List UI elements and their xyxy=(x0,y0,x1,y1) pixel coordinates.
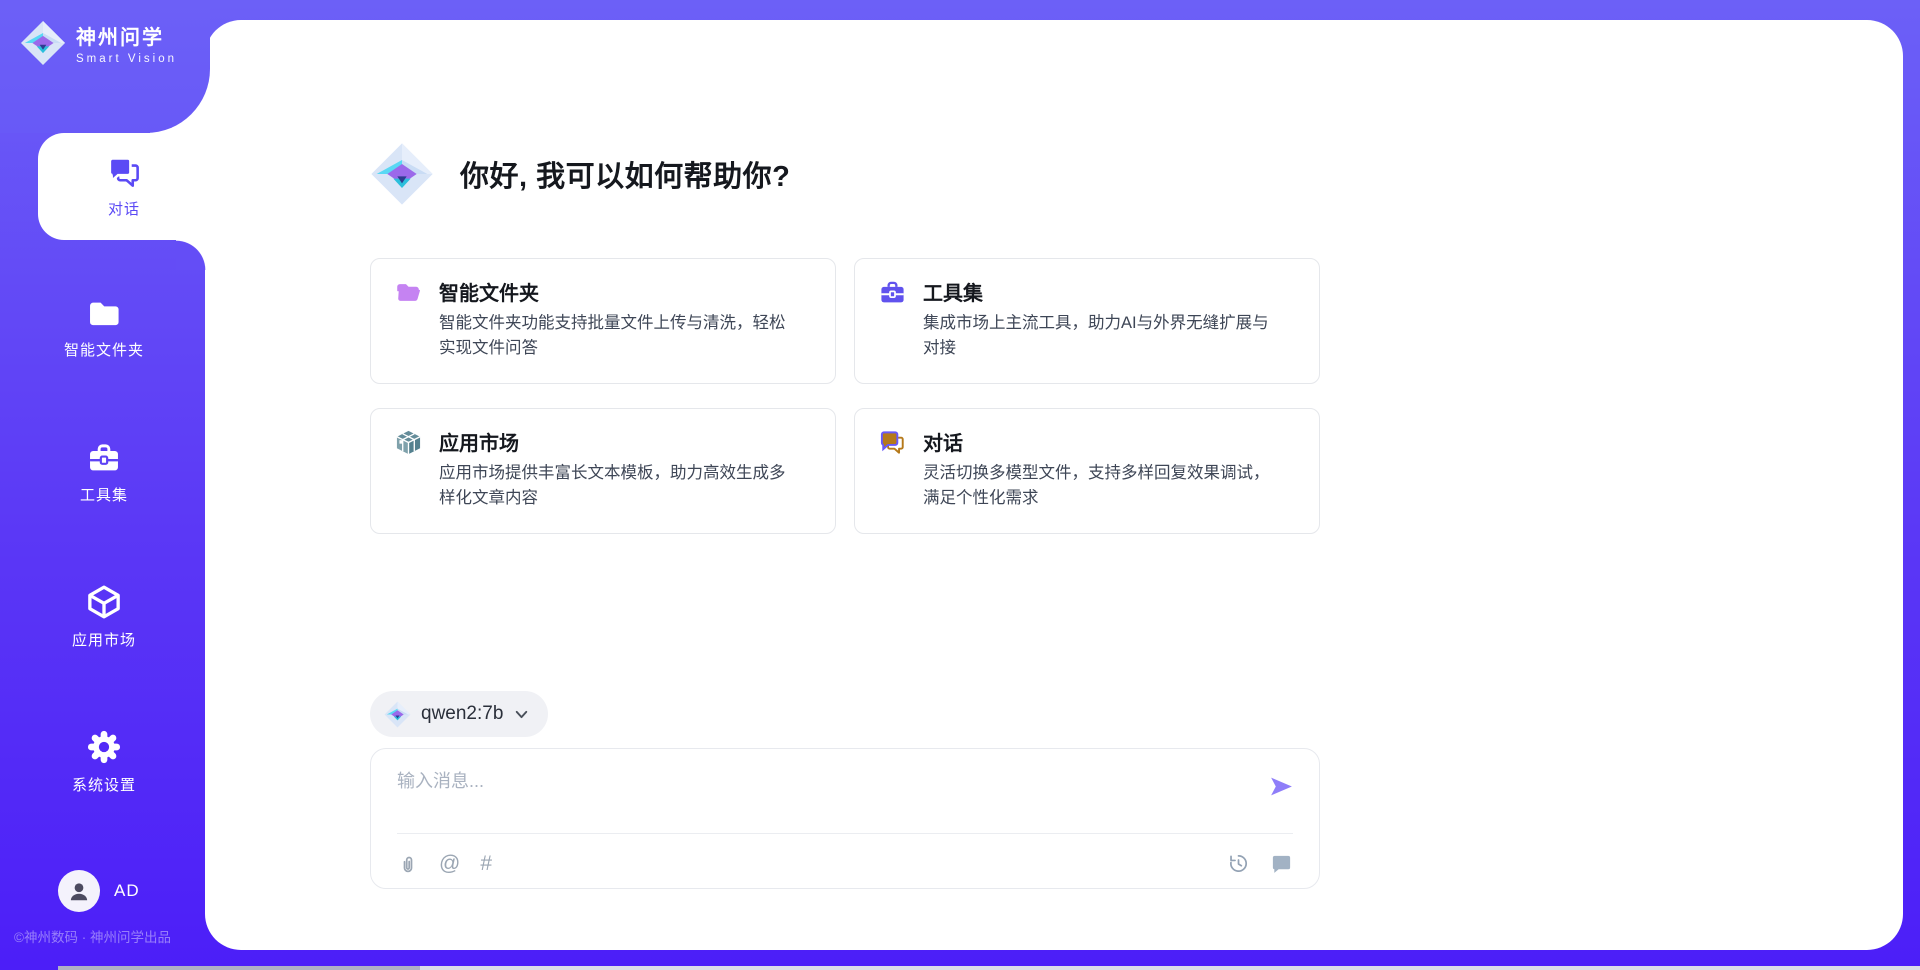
toolbox-icon xyxy=(879,279,906,306)
brand-logo: 神州问学 Smart Vision xyxy=(20,20,177,66)
card-title: 对话 xyxy=(923,427,963,456)
send-button[interactable] xyxy=(1268,773,1295,800)
card-title: 工具集 xyxy=(923,277,983,306)
message-composer: @ # xyxy=(370,748,1320,889)
model-name: qwen2:7b xyxy=(421,703,503,725)
tab-fillet-shape xyxy=(176,240,206,270)
mention-button[interactable]: @ xyxy=(439,853,460,875)
composer-toolbar: @ # xyxy=(397,852,1293,875)
toolbox-icon xyxy=(87,441,121,475)
gear-icon xyxy=(86,729,122,765)
brand-name: 神州问学 xyxy=(76,21,177,50)
chat-bubble-icon xyxy=(1270,852,1293,875)
history-icon xyxy=(1227,852,1250,875)
hashtag-button[interactable]: # xyxy=(480,853,492,875)
card-app-market[interactable]: 应用市场 应用市场提供丰富长文本模板，助力高效生成多样化文章内容 xyxy=(370,408,836,534)
folder-icon xyxy=(87,296,121,330)
sidebar-item-settings[interactable]: 系统设置 xyxy=(0,729,208,795)
card-description: 集成市场上主流工具，助力AI与外界无缝扩展与对接 xyxy=(923,311,1285,361)
folder-open-icon xyxy=(395,279,422,306)
card-description: 智能文件夹功能支持批量文件上传与清洗，轻松实现文件问答 xyxy=(439,311,801,361)
person-icon xyxy=(66,878,92,904)
sidebar-item-label: 对话 xyxy=(108,198,140,219)
user-initials: AD xyxy=(114,881,140,901)
brand-gem-icon xyxy=(20,20,66,66)
sidebar-item-chat[interactable]: 对话 xyxy=(38,133,210,240)
attach-button[interactable] xyxy=(397,853,419,875)
card-smart-folder[interactable]: 智能文件夹 智能文件夹功能支持批量文件上传与清洗，轻松实现文件问答 xyxy=(370,258,836,384)
sidebar-item-label: 系统设置 xyxy=(72,774,136,795)
scrollbar-thumb[interactable] xyxy=(58,966,420,970)
conversation-button[interactable] xyxy=(1270,852,1293,875)
greeting-text: 你好, 我可以如何帮助你? xyxy=(460,153,790,195)
chat-icon xyxy=(879,429,906,456)
sidebar-item-smart-folder[interactable]: 智能文件夹 xyxy=(0,296,208,360)
greeting-gem-icon xyxy=(370,142,434,206)
sidebar-item-label: 应用市场 xyxy=(72,629,136,650)
model-selector[interactable]: qwen2:7b xyxy=(370,691,548,737)
app-root: { "brand": { "name": "神州问学", "subtitle":… xyxy=(0,0,1920,970)
avatar xyxy=(58,870,100,912)
sidebar-item-label: 工具集 xyxy=(80,484,128,505)
card-title: 应用市场 xyxy=(439,427,519,456)
horizontal-scrollbar[interactable] xyxy=(58,966,1920,970)
chat-icon xyxy=(106,154,142,190)
composer-divider xyxy=(397,833,1293,834)
history-button[interactable] xyxy=(1227,852,1250,875)
composer-left-tools: @ # xyxy=(397,853,492,875)
card-title: 智能文件夹 xyxy=(439,277,539,306)
sidebar-item-label: 智能文件夹 xyxy=(64,339,144,360)
user-account[interactable]: AD xyxy=(58,870,140,912)
card-toolset[interactable]: 工具集 集成市场上主流工具，助力AI与外界无缝扩展与对接 xyxy=(854,258,1320,384)
card-chat[interactable]: 对话 灵活切换多模型文件，支持多样回复效果调试，满足个性化需求 xyxy=(854,408,1320,534)
brand-subtitle: Smart Vision xyxy=(76,53,177,65)
card-description: 应用市场提供丰富长文本模板，助力高效生成多样化文章内容 xyxy=(439,461,801,511)
composer-right-tools xyxy=(1227,852,1293,875)
sidebar-item-app-market[interactable]: 应用市场 xyxy=(0,584,208,650)
feature-cards: 智能文件夹 智能文件夹功能支持批量文件上传与清洗，轻松实现文件问答 工具集 集成… xyxy=(370,258,1320,534)
chevron-down-icon xyxy=(513,706,530,723)
message-input[interactable] xyxy=(397,767,1217,823)
greeting: 你好, 我可以如何帮助你? xyxy=(370,142,790,206)
sidebar-item-toolset[interactable]: 工具集 xyxy=(0,441,208,505)
copyright-text: ©神州数码 · 神州问学出品 xyxy=(14,926,171,946)
model-gem-icon xyxy=(384,701,411,728)
cube-icon xyxy=(86,584,122,620)
card-description: 灵活切换多模型文件，支持多样回复效果调试，满足个性化需求 xyxy=(923,461,1285,511)
send-icon xyxy=(1268,773,1295,800)
market-cube-icon xyxy=(395,429,422,456)
paperclip-icon xyxy=(397,853,419,875)
